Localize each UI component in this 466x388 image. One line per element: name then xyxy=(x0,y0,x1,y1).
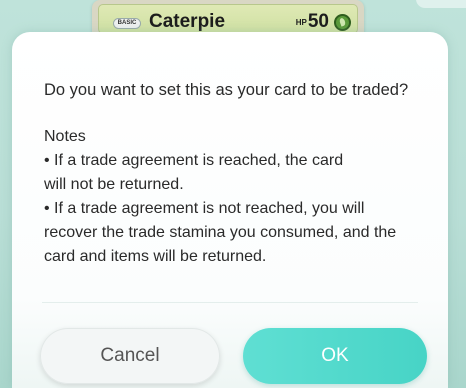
notes-line: card and items will be returned. xyxy=(44,248,267,265)
dialog-notes: Notes • If a trade agreement is reached,… xyxy=(44,125,436,269)
cancel-button[interactable]: Cancel xyxy=(40,328,220,384)
card-header: BASIC Caterpie HP50 xyxy=(98,4,358,34)
trade-confirm-dialog: Do you want to set this as your card to … xyxy=(12,32,448,388)
notes-line: • If a trade agreement is not reached, y… xyxy=(44,200,365,217)
background-decoration xyxy=(416,0,466,8)
card-hp-value: 50 xyxy=(307,11,329,32)
card-stage-badge: BASIC xyxy=(113,18,141,29)
card-hp: HP50 xyxy=(296,11,329,33)
notes-line: will not be returned. xyxy=(44,176,184,193)
notes-title: Notes xyxy=(44,128,86,145)
divider xyxy=(42,302,418,303)
notes-line: • If a trade agreement is reached, the c… xyxy=(44,152,344,169)
ok-button[interactable]: OK xyxy=(243,328,427,384)
dialog-question: Do you want to set this as your card to … xyxy=(44,81,409,99)
card-name: Caterpie xyxy=(149,11,226,32)
notes-line: recover the trade stamina you consumed, … xyxy=(44,224,397,241)
card-hp-label: HP xyxy=(295,18,307,27)
grass-type-icon xyxy=(334,14,351,31)
